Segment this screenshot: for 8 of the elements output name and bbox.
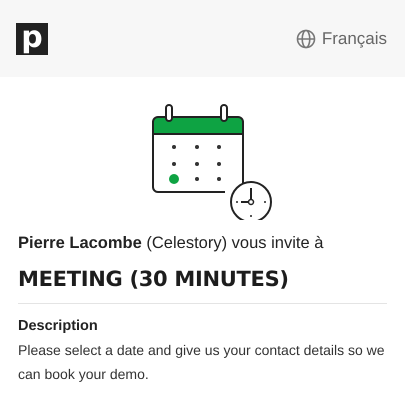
language-button[interactable]: Français [296,28,387,48]
logo: p [16,22,48,54]
description-text: Please select a date and give us your contact details so we can book your demo. [18,341,386,384]
globe-icon [296,28,316,48]
description-label: Description [18,318,99,334]
calendar-clock-icon [150,102,274,220]
invitation-text: Pierre Lacombe (Celestory) vous invite à [18,234,324,253]
meeting-title: MEETING (30 MINUTES) [18,267,290,291]
